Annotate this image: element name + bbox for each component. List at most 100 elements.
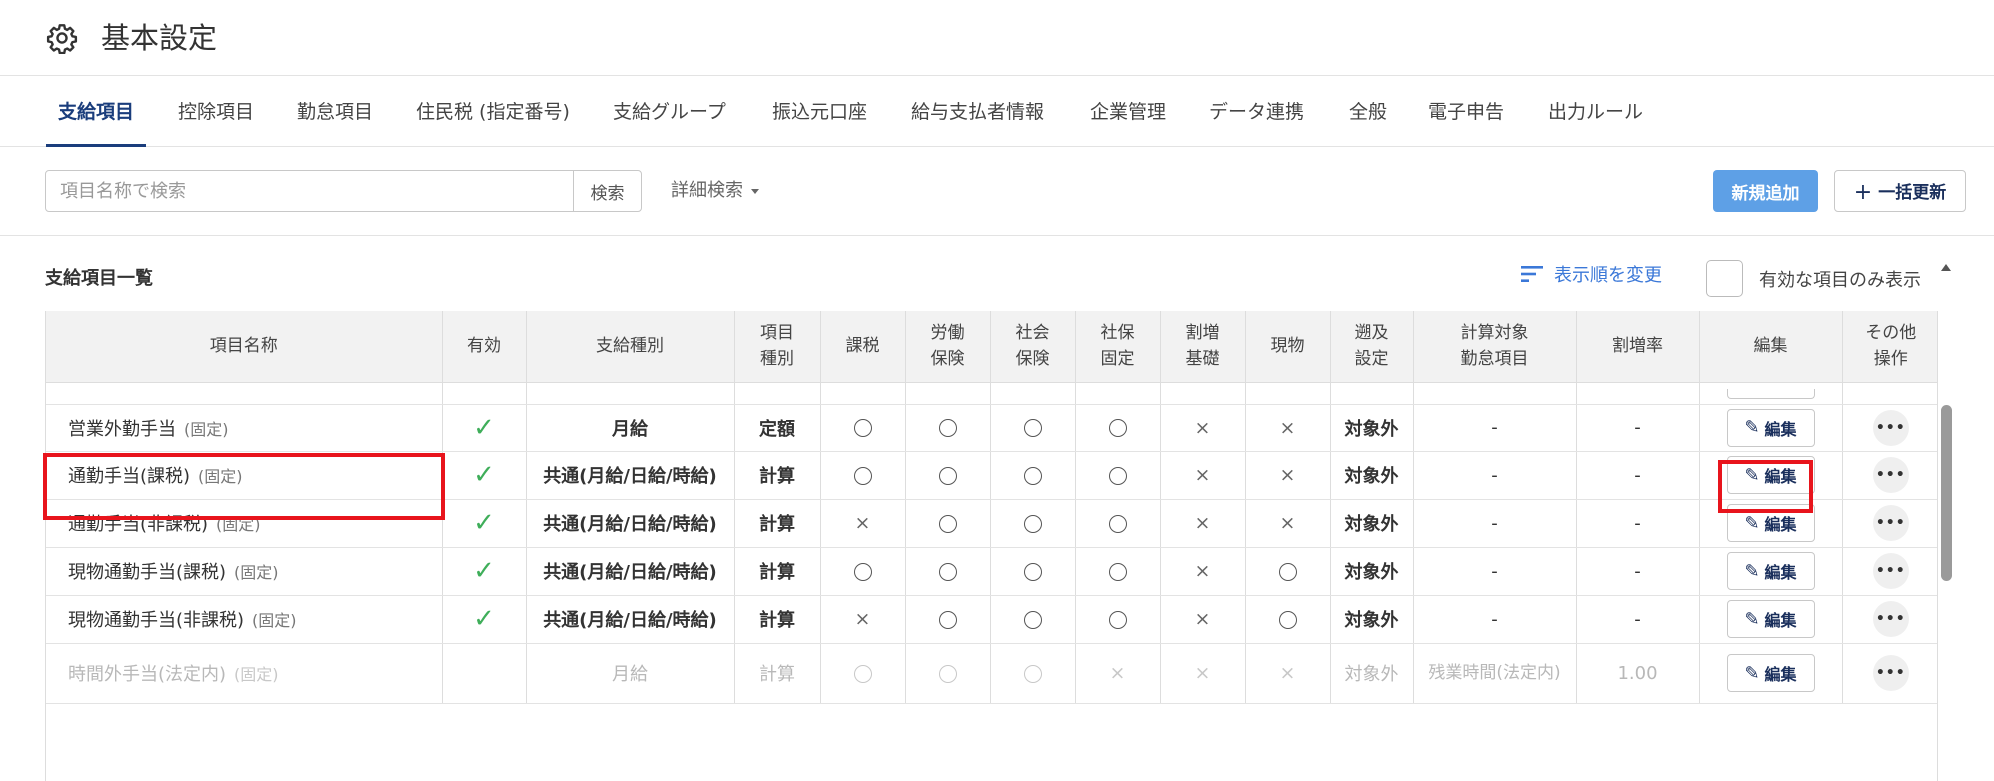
cross-mark-icon: × <box>1279 416 1296 439</box>
check-icon: ✓ <box>473 556 495 586</box>
advanced-search-toggle[interactable]: 詳細検索 <box>671 170 759 212</box>
item-type: 計算 <box>759 514 795 535</box>
fixed-tag: (固定) <box>234 563 279 582</box>
more-options-icon[interactable]: ••• <box>1872 457 1909 493</box>
cross-mark-icon: × <box>1194 608 1211 630</box>
search-input[interactable] <box>45 170 574 212</box>
caret-down-icon <box>751 188 759 194</box>
more-options-icon[interactable]: ••• <box>1872 409 1909 446</box>
header-col-active: 有効 <box>442 311 527 383</box>
cross-mark-icon: × <box>1279 662 1296 684</box>
header-col-other: その他 操作 <box>1842 311 1937 383</box>
advanced-search-label: 詳細検索 <box>671 180 743 201</box>
highlight-box-edit <box>1718 460 1813 513</box>
tab-company-management[interactable]: 企業管理 <box>1090 77 1166 147</box>
header-col-edit: 編集 <box>1699 311 1843 383</box>
more-options-icon[interactable]: ••• <box>1872 655 1909 691</box>
payment-items-table: 項目名称 有効 支給種別 項目 種別 課税 労働 保険 社会 保険 社保 固定 割増 基礎 現物 遡及 設定 計算… <box>45 311 1938 781</box>
cross-mark-icon: × <box>1194 560 1211 582</box>
change-order-link[interactable]: 表示順を変更 <box>1520 261 1662 287</box>
circle-mark-icon <box>938 514 957 533</box>
header-line: 保険 <box>930 349 965 370</box>
scrollbar-thumb[interactable] <box>1941 405 1952 581</box>
header-line: 計算対象 <box>1460 323 1529 344</box>
header-line: 課税 <box>845 336 880 357</box>
bulk-update-button[interactable]: + 一括更新 <box>1834 170 1966 212</box>
header-col-rate: 割増率 <box>1576 311 1700 383</box>
edit-button[interactable]: ✎ 編集 <box>1726 600 1815 638</box>
circle-mark-icon <box>938 466 957 485</box>
header-col-item-type: 項目 種別 <box>734 311 821 383</box>
change-order-label: 表示順を変更 <box>1554 265 1662 286</box>
circle-mark-icon <box>1023 610 1042 629</box>
retro-setting: 対象外 <box>1344 514 1399 535</box>
pay-type: 月給 <box>612 418 648 440</box>
tab-resident-tax[interactable]: 住民税 (指定番号) <box>416 77 570 147</box>
check-icon: ✓ <box>473 508 495 538</box>
edit-label: 編集 <box>1764 563 1797 582</box>
attendance-item: 残業時間(法定内) <box>1428 663 1561 683</box>
tab-output-rules[interactable]: 出力ルール <box>1548 77 1643 147</box>
edit-button-partial[interactable] <box>1726 388 1815 399</box>
more-options-icon[interactable]: ••• <box>1872 601 1909 637</box>
settings-tabs: 支給項目 控除項目 勤怠項目 住民税 (指定番号) 支給グループ 振込元口座 給… <box>0 77 1994 147</box>
item-type: 計算 <box>759 610 795 631</box>
header-line: 労働 <box>930 323 965 344</box>
header-line: 社会 <box>1015 323 1050 344</box>
edit-label: 編集 <box>1764 611 1797 630</box>
more-options-icon[interactable]: ••• <box>1872 553 1909 589</box>
search-button[interactable]: 検索 <box>573 170 642 212</box>
tab-general[interactable]: 全般 <box>1349 77 1387 147</box>
cross-mark-icon: × <box>1279 464 1296 486</box>
tab-source-accounts[interactable]: 振込元口座 <box>772 77 867 147</box>
item-name: 現物通勤手当(非課税) <box>68 610 245 631</box>
header-col-tax: 課税 <box>820 311 906 383</box>
tab-payer-info[interactable]: 給与支払者情報 <box>911 77 1044 147</box>
header-col-attendance: 計算対象 勤怠項目 <box>1413 311 1577 383</box>
header-line: 割増 <box>1185 323 1220 344</box>
pencil-icon: ✎ <box>1744 662 1760 684</box>
circle-mark-icon <box>853 419 872 437</box>
attendance-item: - <box>1491 417 1498 438</box>
only-active-checkbox[interactable] <box>1706 260 1743 297</box>
check-icon: ✓ <box>473 460 495 490</box>
edit-button[interactable]: ✎ 編集 <box>1726 654 1815 692</box>
header-line: 割増率 <box>1612 336 1663 357</box>
circle-mark-icon <box>938 664 957 683</box>
add-new-button[interactable]: 新規追加 <box>1713 170 1818 212</box>
header-col-social-fixed: 社保 固定 <box>1075 311 1161 383</box>
tab-e-filing[interactable]: 電子申告 <box>1428 77 1504 147</box>
item-type: 計算 <box>759 664 795 685</box>
tab-payment-items[interactable]: 支給項目 <box>45 77 147 147</box>
only-active-filter[interactable]: 有効な項目のみ表示 <box>1706 260 1921 297</box>
tab-attendance-items[interactable]: 勤怠項目 <box>297 77 373 147</box>
tab-deduction-items[interactable]: 控除項目 <box>178 77 254 147</box>
pay-type: 共通(月給/日給/時給) <box>543 466 717 487</box>
header-col-premium-base: 割増 基礎 <box>1160 311 1246 383</box>
circle-mark-icon <box>1278 610 1297 629</box>
circle-mark-icon <box>853 562 872 581</box>
edit-label: 編集 <box>1764 419 1797 439</box>
pencil-icon: ✎ <box>1744 560 1760 582</box>
pencil-icon: ✎ <box>1744 512 1760 534</box>
fixed-tag: (固定) <box>252 611 297 630</box>
page-header: 基本設定 <box>0 0 1994 76</box>
item-type: 計算 <box>759 466 795 487</box>
table-header-row: 項目名称 有効 支給種別 項目 種別 課税 労働 保険 社会 保険 社保 固定 割増 基礎 現物 遡及 設定 計算… <box>46 311 1937 383</box>
circle-mark-icon <box>1023 514 1042 533</box>
table-row-partial <box>46 382 1937 405</box>
tab-payment-groups[interactable]: 支給グループ <box>613 77 726 147</box>
edit-button[interactable]: ✎ 編集 <box>1726 408 1815 447</box>
scroll-up-arrow-icon[interactable] <box>1941 264 1951 271</box>
header-line: その他 <box>1865 323 1917 344</box>
circle-mark-icon <box>938 419 957 437</box>
plus-icon: + <box>1853 179 1873 205</box>
header-line: 設定 <box>1354 349 1389 370</box>
cross-mark-icon: × <box>1194 512 1211 534</box>
tab-data-integration[interactable]: データ連携 <box>1209 77 1304 147</box>
more-options-icon[interactable]: ••• <box>1872 505 1909 541</box>
header-line: 種別 <box>760 349 794 370</box>
circle-mark-icon <box>1023 466 1042 485</box>
circle-mark-icon <box>853 466 872 485</box>
edit-button[interactable]: ✎ 編集 <box>1726 552 1815 590</box>
